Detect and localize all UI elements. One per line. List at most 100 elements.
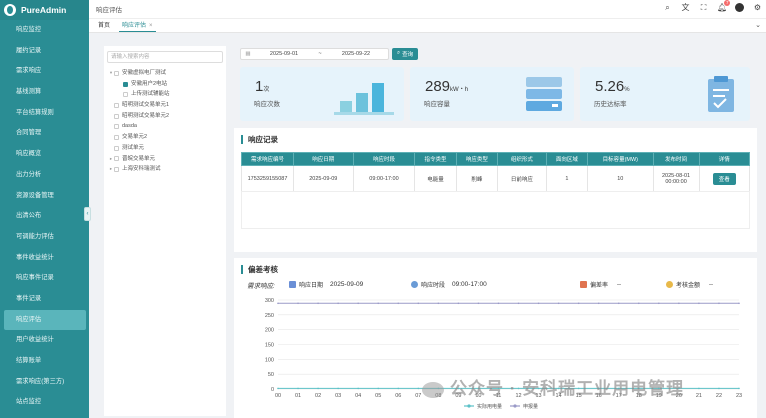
deviation-rate-value: -- xyxy=(617,281,622,288)
tree-checkbox[interactable] xyxy=(114,102,119,108)
document-icon xyxy=(580,281,587,288)
x-tick-label: 02 xyxy=(315,393,321,399)
sidebar: PureAdmin 响应监控 履约记录 需求响应 基线测算 平台结算规则 合同管理 响应概览… xyxy=(0,0,89,418)
table-cell: 查看 xyxy=(698,165,751,192)
end-date[interactable]: 2025-09-22 xyxy=(324,51,388,57)
deviation-rate-label: 偏差率 xyxy=(590,283,609,289)
tree-checkbox[interactable] xyxy=(114,134,119,140)
sidebar-item[interactable]: 事件收益统计 xyxy=(0,248,89,269)
x-tick-label: 23 xyxy=(736,393,742,399)
start-date[interactable]: 2025-09-01 xyxy=(252,51,316,57)
app-logo[interactable]: PureAdmin xyxy=(0,0,89,20)
tree-checkbox[interactable] xyxy=(114,167,119,173)
clipboard-illustration-icon xyxy=(708,76,734,112)
data-point xyxy=(678,302,680,305)
sidebar-item[interactable]: 响应监控 xyxy=(0,20,89,41)
tree-node-label: 安徽用户2电站 xyxy=(131,80,168,87)
chevron-down-icon[interactable]: ⌄ xyxy=(755,21,761,29)
stat-label: 响应容量 xyxy=(424,101,450,108)
sidebar-item[interactable]: 站点监控 xyxy=(0,392,89,413)
records-section: 响应记录 需求响应编号 响应日期 响应时段 指令类型 响应类型 组织形式 面向区域 目标容量(… xyxy=(234,128,757,252)
response-date-value: 2025-09-09 xyxy=(330,281,364,288)
sidebar-item[interactable]: 需求响应(第三方) xyxy=(0,372,89,393)
tree-checkbox[interactable] xyxy=(114,156,119,162)
stat-unit: % xyxy=(624,87,630,93)
calendar-icon xyxy=(289,281,296,288)
sidebar-item[interactable]: 需求响应 xyxy=(0,61,89,82)
tree-node[interactable]: ▸ 晋皖交易单元 xyxy=(104,154,226,165)
gear-icon[interactable]: ⚙ xyxy=(753,3,762,12)
tree-node[interactable]: 上传测试辅能站 xyxy=(104,89,226,100)
stat-label: 响应次数 xyxy=(254,101,280,108)
view-detail-button[interactable]: 查看 xyxy=(712,172,736,185)
tree-node[interactable]: ▾ 安徽虚拟电厂测试 xyxy=(104,68,226,79)
deviation-title: 偏差考核 xyxy=(241,265,278,274)
x-tick-label: 22 xyxy=(716,393,722,399)
tree-checkbox[interactable] xyxy=(123,92,128,98)
cell-text: 1753259155087 xyxy=(247,175,288,182)
sidebar-item[interactable]: 响应评估 xyxy=(4,309,86,331)
table-cell: 电能量 xyxy=(414,165,457,192)
y-tick-label: 300 xyxy=(265,298,274,304)
data-point xyxy=(658,302,660,305)
tab-response-eval[interactable]: 响应评估 × xyxy=(119,20,156,32)
table-cell: 削峰 xyxy=(455,165,499,192)
tree-checkbox[interactable] xyxy=(114,70,119,76)
table-cell: 10 xyxy=(587,165,654,192)
tree-node[interactable]: 测试单元 xyxy=(104,143,226,154)
sidebar-item[interactable]: 履约记录 xyxy=(0,41,89,62)
column-header: 详情 xyxy=(698,152,751,166)
sidebar-item[interactable]: 可调能力评估 xyxy=(0,227,89,248)
stat-label: 历史达标率 xyxy=(594,101,627,108)
close-icon[interactable]: × xyxy=(149,23,153,29)
sidebar-item[interactable]: 事件记录 xyxy=(0,289,89,310)
tree-node[interactable]: dasda xyxy=(104,121,226,132)
tree-node[interactable]: 昭明测试交易单元1 xyxy=(104,100,226,111)
sidebar-item[interactable]: 基线测算 xyxy=(0,82,89,103)
tree-node[interactable]: 安徽用户2电站 xyxy=(104,79,226,90)
tree-checkbox[interactable] xyxy=(114,145,119,151)
sidebar-item[interactable]: 合同管理 xyxy=(0,123,89,144)
avatar[interactable] xyxy=(735,3,744,12)
fullscreen-icon[interactable]: ⛶ xyxy=(699,3,708,12)
assessment-amount-label: 考核金额 xyxy=(676,283,701,289)
sidebar-item[interactable]: 资源设备管理 xyxy=(0,186,89,207)
data-point xyxy=(738,387,740,390)
sidebar-item[interactable]: 用户收益统计 xyxy=(0,330,89,351)
stat-card-capacity: 289kW・h 响应容量 xyxy=(410,67,574,121)
cell-text: 日前响应 xyxy=(510,176,533,183)
stat-number: 5.26 xyxy=(595,78,625,95)
magnifier-icon xyxy=(666,281,673,288)
tab-home[interactable]: 首页 xyxy=(95,20,113,32)
tree-checkbox[interactable] xyxy=(114,113,119,119)
tree-node-label: dasda xyxy=(122,123,137,130)
sidebar-item[interactable]: 结算账单 xyxy=(0,351,89,372)
sidebar-item[interactable]: 平台结算规则 xyxy=(0,103,89,124)
collapse-sidebar-button[interactable]: ‹ xyxy=(84,207,91,221)
tree-search-input[interactable]: 请输入搜索内容 xyxy=(107,51,223,63)
sidebar-item[interactable]: 响应事件记录 xyxy=(0,268,89,289)
tree-checkbox[interactable] xyxy=(123,81,128,87)
sidebar-item[interactable]: 响应概览 xyxy=(0,144,89,165)
data-point xyxy=(297,387,299,390)
query-button[interactable]: ⌕ 查询 xyxy=(392,47,419,60)
sidebar-item[interactable]: 出力分析 xyxy=(0,165,89,186)
bell-icon[interactable]: 🔔︎ 7 xyxy=(717,0,730,12)
data-point xyxy=(297,302,299,305)
data-point xyxy=(597,302,600,305)
translate-icon[interactable]: 文 xyxy=(681,3,690,12)
tree-node-label: 上海安科瑞测试 xyxy=(122,166,161,173)
sidebar-item[interactable]: 出清公布 xyxy=(0,206,89,227)
data-point xyxy=(718,387,720,390)
stat-card-rate: 5.26% 历史达标率 xyxy=(580,67,750,121)
tree-node[interactable]: 昭明测试交易单元2 xyxy=(104,111,226,122)
data-point xyxy=(497,302,500,305)
tree-node[interactable]: 交易单元2 xyxy=(104,132,226,143)
x-tick-label: 01 xyxy=(295,393,301,399)
demand-response-label: 需求响应: xyxy=(247,283,275,290)
date-range-picker[interactable]: ▦ 2025-09-01 ~ 2025-09-22 xyxy=(240,47,389,60)
tree-checkbox[interactable] xyxy=(114,124,119,130)
date-separator: ~ xyxy=(318,50,322,57)
tree-node[interactable]: ▸ 上海安科瑞测试 xyxy=(104,164,226,175)
search-icon[interactable]: ⌕ xyxy=(663,3,672,12)
